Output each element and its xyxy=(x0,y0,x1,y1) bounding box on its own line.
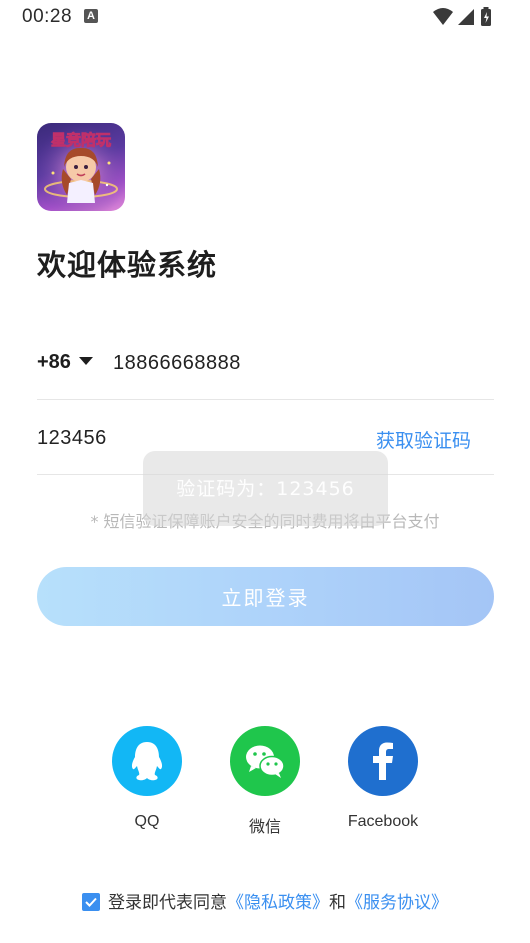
qq-icon xyxy=(112,726,182,796)
facebook-login-button[interactable]: Facebook xyxy=(333,726,433,831)
agreement-checkbox[interactable] xyxy=(82,893,100,911)
check-icon xyxy=(85,897,97,907)
privacy-policy-link[interactable]: 《隐私政策》 xyxy=(227,893,329,913)
page-title: 欢迎体验系统 xyxy=(37,248,218,282)
wechat-icon xyxy=(230,726,300,796)
signal-icon xyxy=(458,9,474,25)
toast-message: 验证码为：123456 xyxy=(143,451,388,526)
caret-down-icon xyxy=(78,356,93,365)
service-agreement-link[interactable]: 《服务协议》 xyxy=(346,893,448,913)
country-code-label: +86 xyxy=(37,351,71,373)
status-bar: 00:28 A xyxy=(0,0,530,34)
qq-label: QQ xyxy=(134,813,160,830)
get-code-button[interactable]: 获取验证码 xyxy=(376,426,471,453)
wechat-label: 微信 xyxy=(248,817,281,836)
country-code-selector[interactable]: +86 xyxy=(37,351,93,374)
phone-input[interactable] xyxy=(113,349,473,377)
verification-code-input[interactable] xyxy=(37,424,337,452)
wechat-login-button[interactable]: 微信 xyxy=(215,726,315,837)
logo-text: 星竞陪玩 xyxy=(51,131,111,149)
facebook-icon xyxy=(348,726,418,796)
wifi-icon xyxy=(433,8,453,25)
status-icons xyxy=(432,6,494,32)
facebook-label: Facebook xyxy=(347,813,419,830)
app-logo: 星竞陪玩 xyxy=(37,123,125,211)
notification-icon: A xyxy=(84,9,98,23)
qq-login-button[interactable]: QQ xyxy=(97,726,197,831)
agreement-and: 和 xyxy=(329,893,346,913)
agreement-prefix: 登录即代表同意 xyxy=(108,893,227,913)
status-time: 00:28 xyxy=(22,6,73,27)
battery-icon xyxy=(481,7,491,26)
divider xyxy=(37,399,494,400)
agreement-row: 登录即代表同意《隐私政策》和《服务协议》 xyxy=(0,888,530,913)
login-button[interactable]: 立即登录 xyxy=(37,567,494,626)
